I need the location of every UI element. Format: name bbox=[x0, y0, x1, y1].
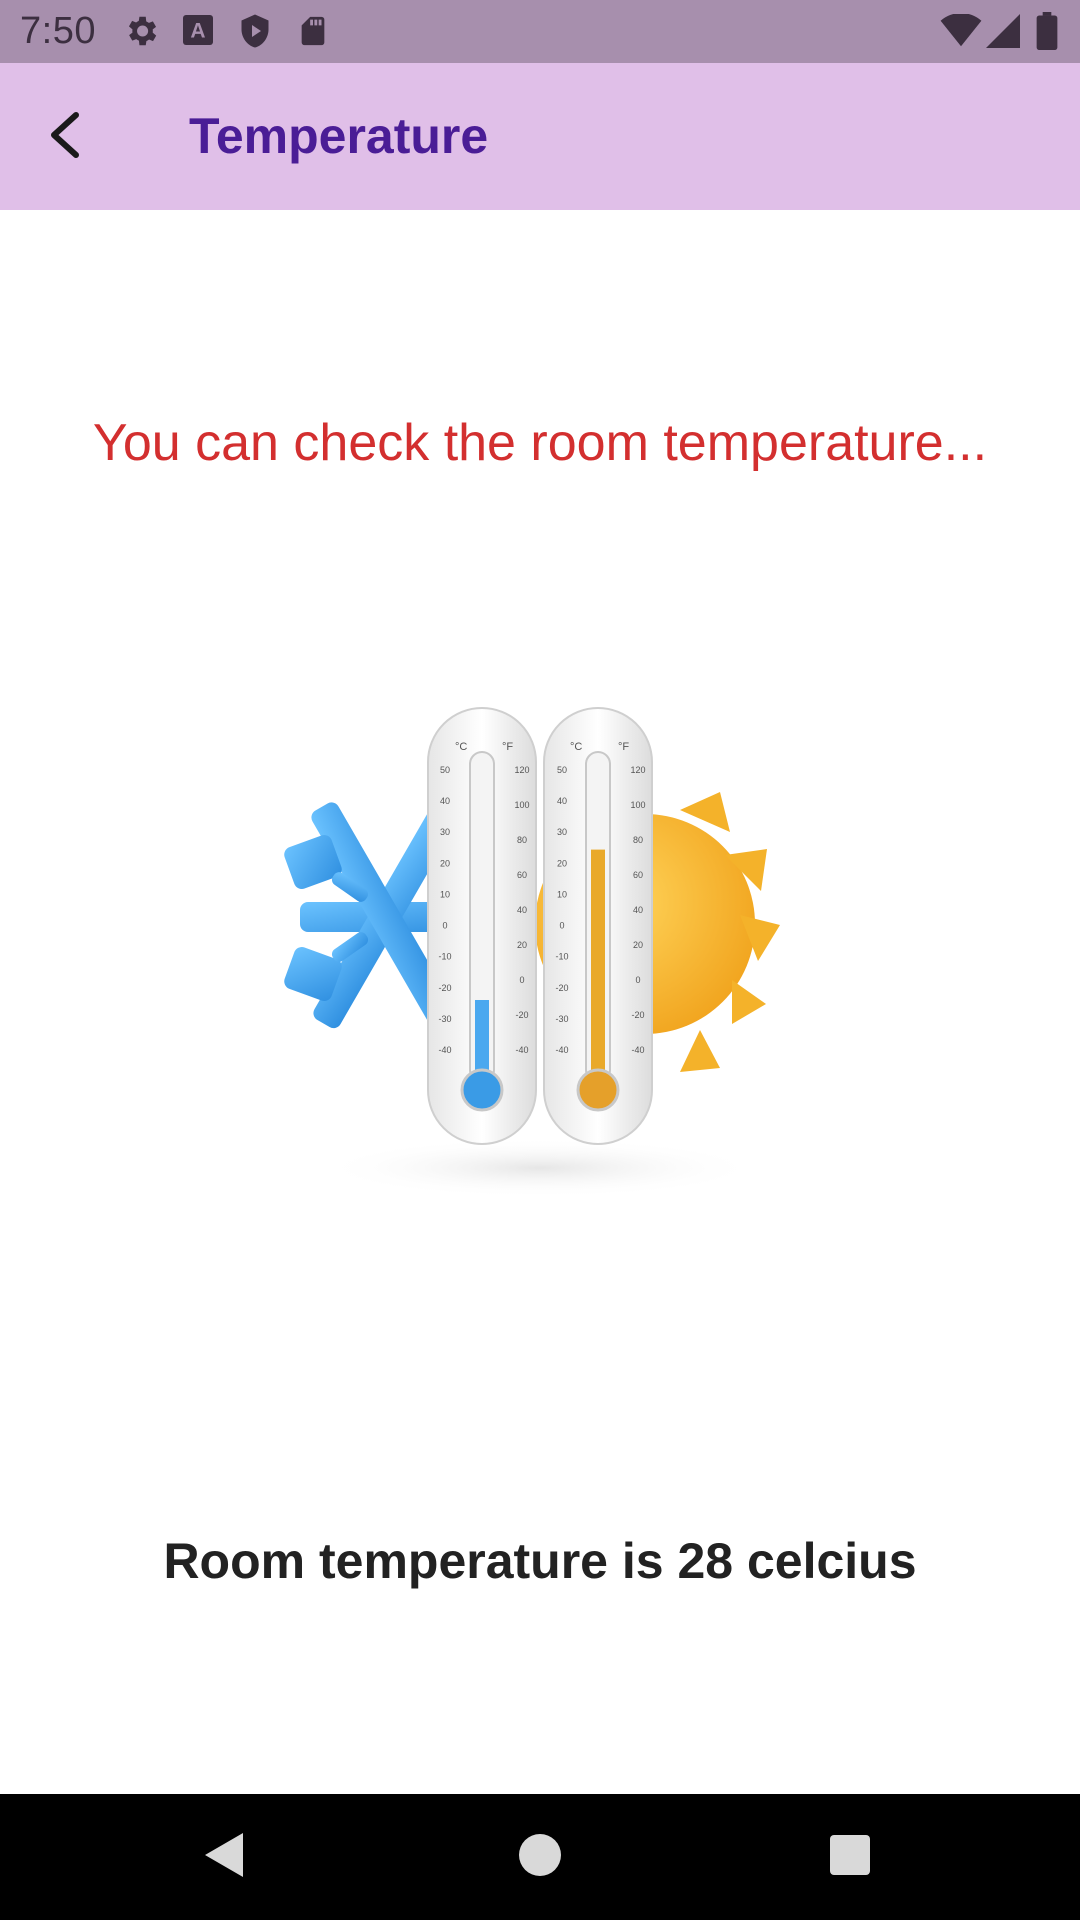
scale-tick-label: 50 bbox=[440, 765, 450, 775]
room-temperature-result: Room temperature is 28 celcius bbox=[163, 1533, 917, 1589]
shield-play-icon bbox=[237, 12, 273, 55]
hot-thermometer: °C °F 50403020100-10-20-30-40 1201008060… bbox=[543, 707, 653, 1145]
scale-tick-label: 0 bbox=[519, 975, 524, 985]
status-time: 7:50 bbox=[20, 10, 96, 52]
scale-tick-label: -10 bbox=[438, 952, 451, 962]
scale-tick-label: 40 bbox=[633, 905, 643, 915]
app-bar: Temperature bbox=[0, 63, 1080, 210]
scale-tick-label: 120 bbox=[630, 765, 645, 775]
scale-tick-label: 40 bbox=[557, 796, 567, 806]
scale-tick-label: -20 bbox=[555, 983, 568, 993]
scale-tick-label: 20 bbox=[557, 858, 567, 868]
scale-tick-label: 50 bbox=[557, 765, 567, 775]
cold-thermometer: °C °F 50403020100-10-20-30-40 1201008060… bbox=[427, 707, 537, 1145]
system-nav-bar bbox=[0, 1794, 1080, 1920]
scale-tick-label: -10 bbox=[555, 952, 568, 962]
scale-tick-label: -20 bbox=[515, 1010, 528, 1020]
scale-tick-label: 30 bbox=[440, 827, 450, 837]
scale-tick-label: 80 bbox=[517, 835, 527, 845]
thermometers-snowflake-sun-image: °C °F 50 40 30 20 10 0 -10 -20 -30 -40 120 100 80 60… bbox=[270, 690, 810, 1230]
signal-icon bbox=[986, 14, 1020, 53]
scale-tick-label: 100 bbox=[514, 800, 529, 810]
page-title: Temperature bbox=[189, 108, 489, 164]
scale-tick-label: 20 bbox=[633, 940, 643, 950]
scale-tick-label: -40 bbox=[555, 1045, 568, 1055]
home-circle-icon bbox=[519, 1833, 561, 1881]
scale-tick-label: 40 bbox=[440, 796, 450, 806]
scale-tick-label: 60 bbox=[517, 870, 527, 880]
nav-recents-button[interactable] bbox=[810, 1817, 890, 1897]
celsius-unit-label: °C bbox=[455, 741, 467, 753]
celsius-unit-label: °C bbox=[570, 741, 582, 753]
font-a-icon: A bbox=[180, 12, 216, 53]
recents-square-icon bbox=[830, 1834, 870, 1880]
back-button[interactable] bbox=[28, 99, 104, 175]
scale-tick-label: -40 bbox=[515, 1045, 528, 1055]
scale-tick-label: 60 bbox=[633, 870, 643, 880]
back-triangle-icon bbox=[203, 1831, 247, 1884]
battery-icon bbox=[1036, 12, 1058, 55]
scale-tick-label: 40 bbox=[517, 905, 527, 915]
scale-tick-label: -40 bbox=[438, 1045, 451, 1055]
scale-tick-label: 0 bbox=[442, 921, 447, 931]
scale-tick-label: -40 bbox=[631, 1045, 644, 1055]
scale-tick-label: 0 bbox=[559, 921, 564, 931]
scale-tick-label: -30 bbox=[438, 1014, 451, 1024]
svg-text:A: A bbox=[190, 20, 205, 43]
arrow-back-icon bbox=[46, 111, 86, 164]
nav-back-button[interactable] bbox=[185, 1817, 265, 1897]
scale-tick-label: 20 bbox=[517, 940, 527, 950]
scale-tick-label: 100 bbox=[630, 800, 645, 810]
status-bar: 7:50 A bbox=[0, 0, 1080, 63]
settings-icon bbox=[122, 12, 160, 55]
scale-tick-label: -20 bbox=[631, 1010, 644, 1020]
scale-tick-label: 120 bbox=[514, 765, 529, 775]
scale-tick-label: -30 bbox=[555, 1014, 568, 1024]
prompt-text: You can check the room temperature... bbox=[92, 414, 988, 472]
fahrenheit-unit-label: °F bbox=[502, 741, 513, 753]
sd-card-icon bbox=[296, 12, 330, 55]
nav-home-button[interactable] bbox=[500, 1817, 580, 1897]
scale-tick-label: 10 bbox=[440, 889, 450, 899]
scale-tick-label: 30 bbox=[557, 827, 567, 837]
wifi-icon bbox=[940, 13, 982, 53]
scale-tick-label: 20 bbox=[440, 858, 450, 868]
fahrenheit-unit-label: °F bbox=[618, 741, 629, 753]
scale-tick-label: 10 bbox=[557, 889, 567, 899]
scale-tick-label: 80 bbox=[633, 835, 643, 845]
scale-tick-label: -20 bbox=[438, 983, 451, 993]
scale-tick-label: 0 bbox=[635, 975, 640, 985]
